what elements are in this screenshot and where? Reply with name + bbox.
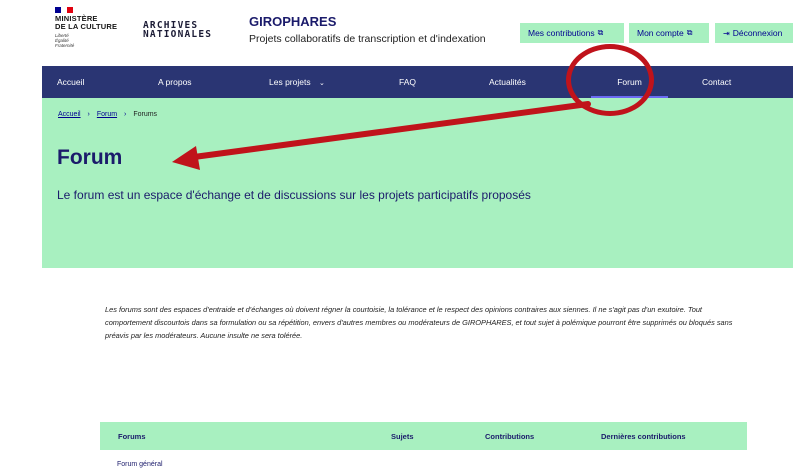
annotation-arrow	[172, 101, 591, 170]
